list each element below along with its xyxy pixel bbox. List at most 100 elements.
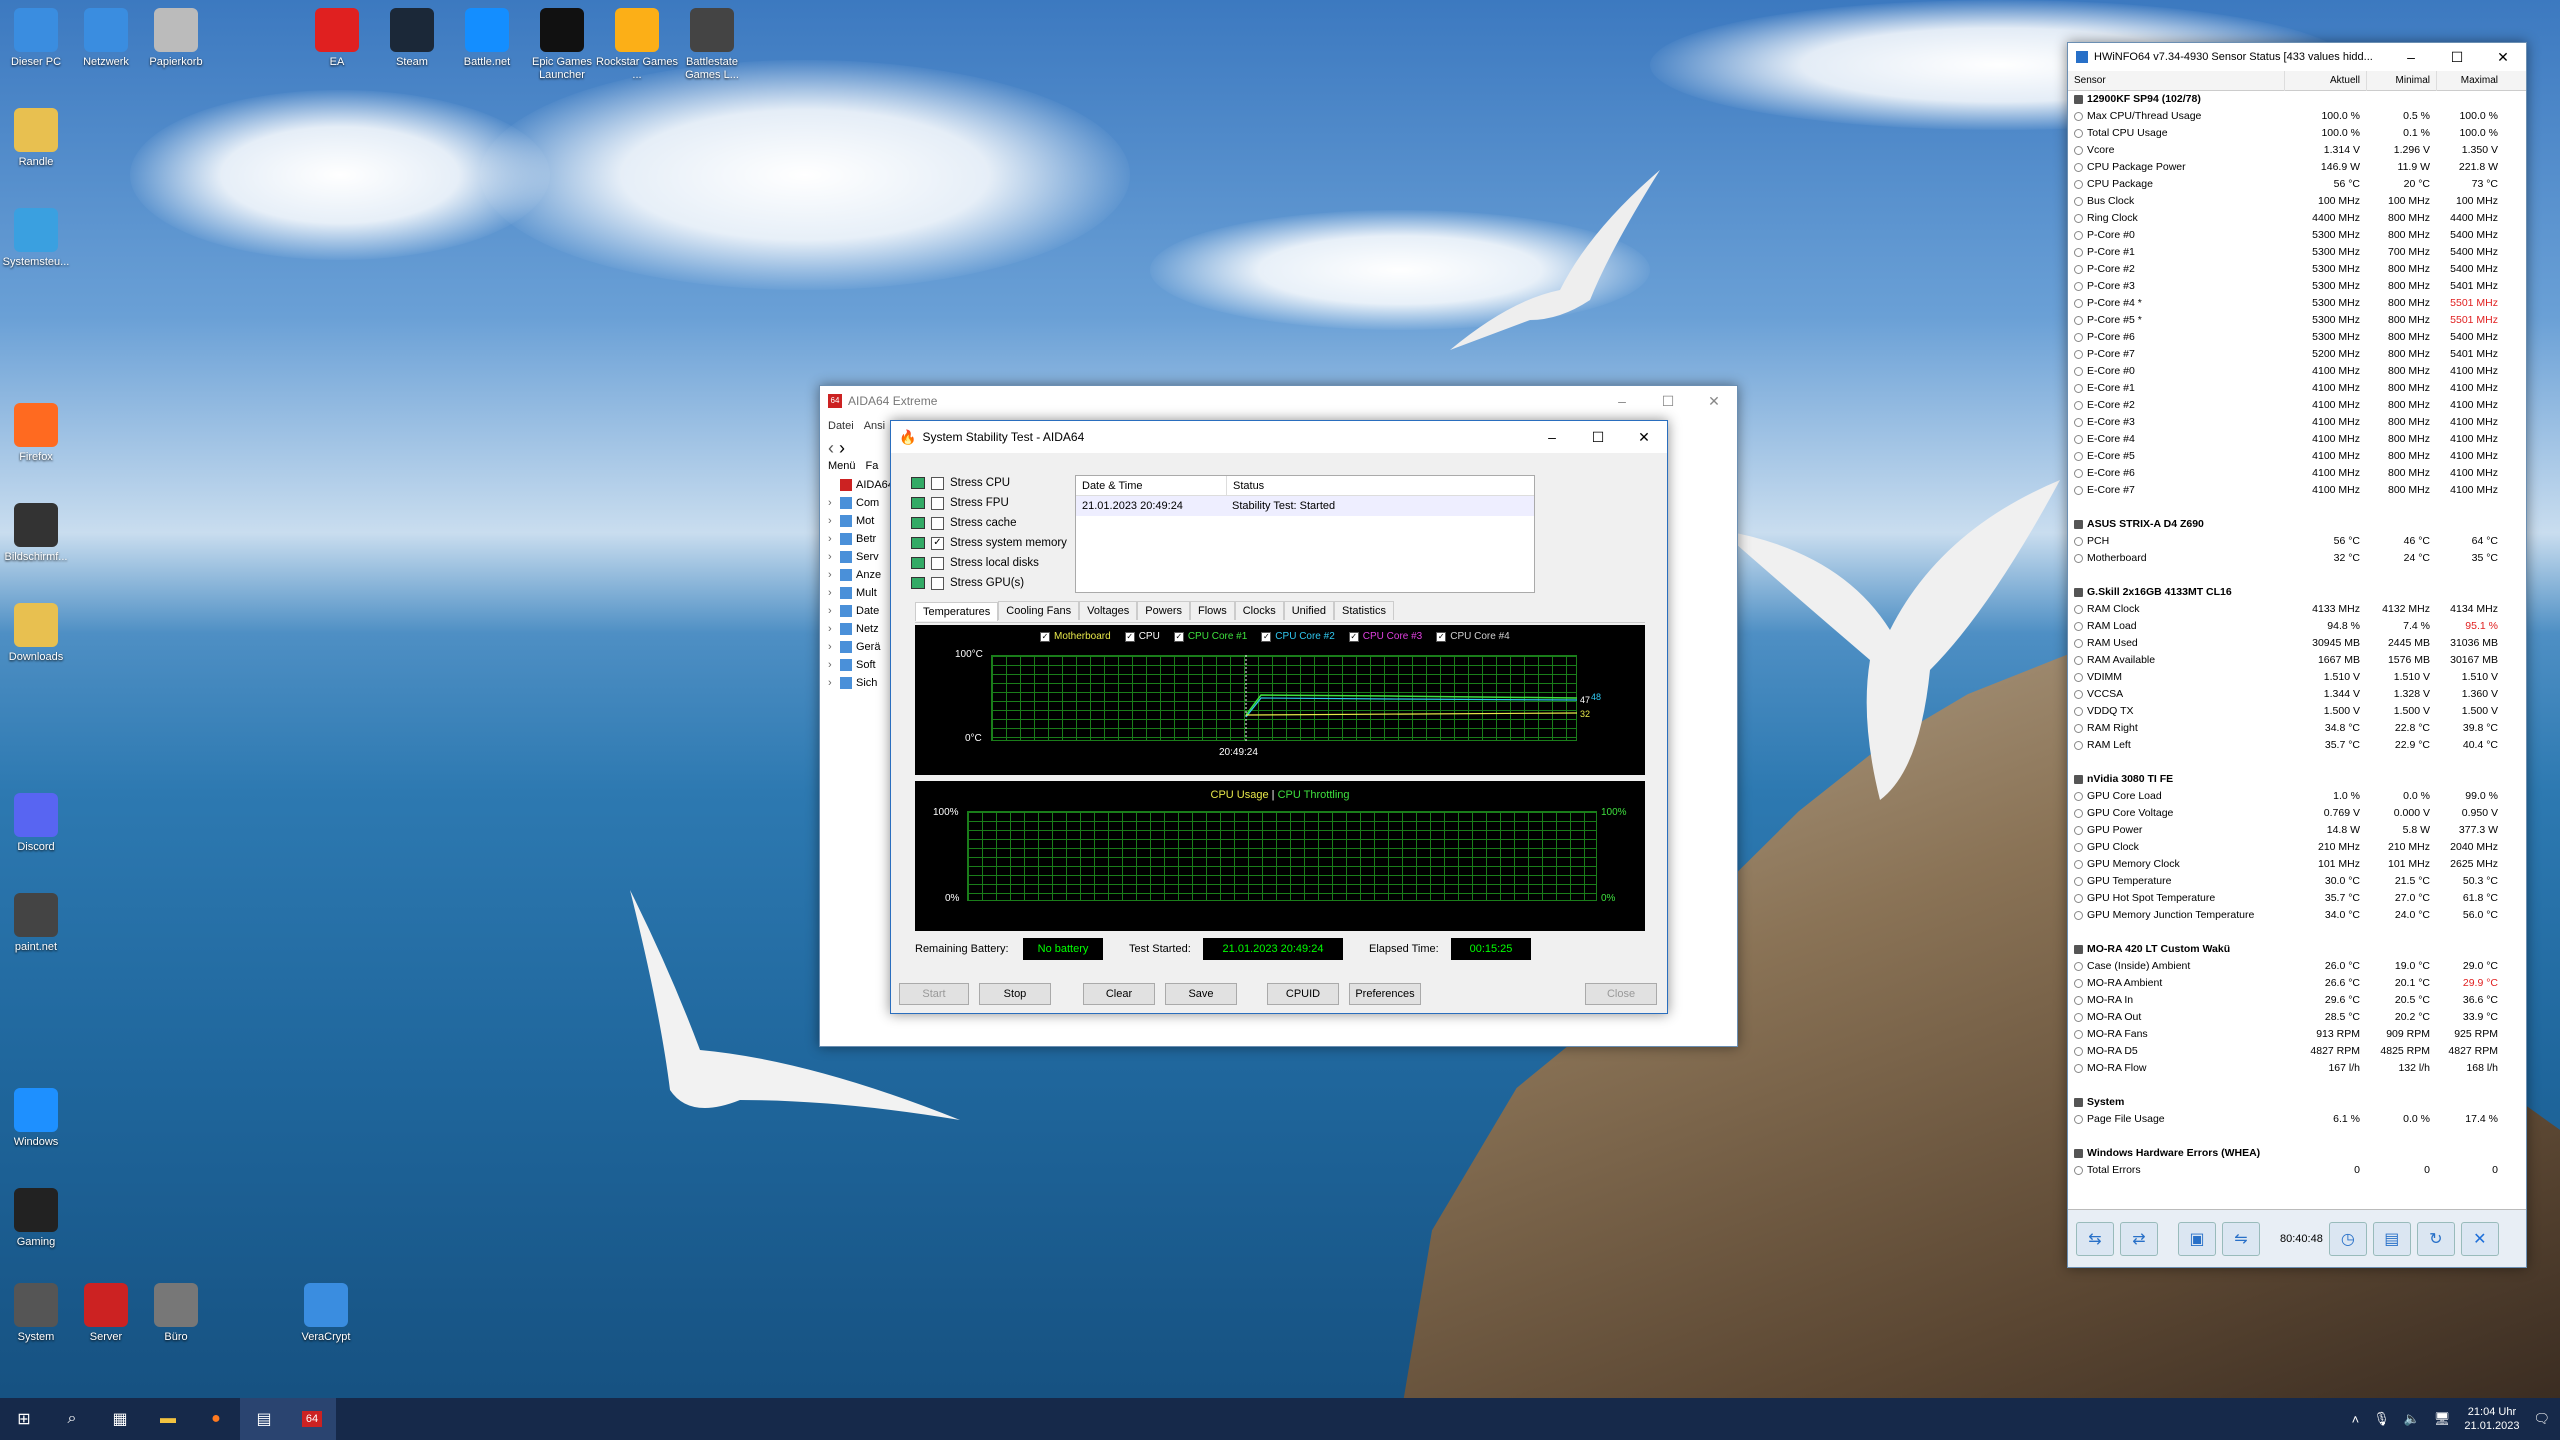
sensor-row[interactable]: P-Core #6 5300 MHz 800 MHz 5400 MHz	[2068, 329, 2526, 346]
legend-item[interactable]: ✓ CPU	[1124, 631, 1160, 642]
graph-tab[interactable]: Powers	[1137, 601, 1190, 620]
col-sensor[interactable]: Sensor	[2074, 71, 2284, 91]
tree-expand-icon[interactable]: ›	[828, 677, 836, 689]
sensor-row[interactable]: MO-RA Out 28.5 °C 20.2 °C 33.9 °C	[2068, 1009, 2526, 1026]
chevron-up-icon[interactable]: ˄	[2352, 1412, 2360, 1427]
checkbox[interactable]: ✓	[1348, 631, 1359, 642]
stress-option[interactable]: ✓ Stress system memory	[911, 533, 1071, 553]
desktop-icon[interactable]: Battlestate Games L...	[670, 8, 754, 82]
desktop-icon[interactable]: Randle	[0, 108, 78, 169]
cpuid-button[interactable]: CPUID	[1267, 983, 1339, 1005]
hwinfo-window[interactable]: HWiNFO64 v7.34-4930 Sensor Status [433 v…	[2067, 42, 2527, 1268]
menu-view[interactable]: Ansi	[864, 420, 885, 432]
task-manager-icon[interactable]: ▦	[96, 1398, 144, 1440]
sensor-row[interactable]: E-Core #1 4100 MHz 800 MHz 4100 MHz	[2068, 380, 2526, 397]
sensor-row[interactable]: Page File Usage 6.1 % 0.0 % 17.4 %	[2068, 1111, 2526, 1128]
stability-test-window[interactable]: 🔥 System Stability Test - AIDA64 – ☐ ✕ Str…	[890, 420, 1668, 1014]
clock-icon[interactable]: ◷	[2328, 1221, 2367, 1256]
sensor-row[interactable]: P-Core #0 5300 MHz 800 MHz 5400 MHz	[2068, 227, 2526, 244]
network-tray-icon[interactable]: 🖥	[2434, 1411, 2451, 1427]
sensor-row[interactable]: RAM Used 30945 MB 2445 MB 31036 MB	[2068, 635, 2526, 652]
desktop-icon[interactable]: Rockstar Games ...	[595, 8, 679, 82]
close-button[interactable]: ✕	[1621, 429, 1667, 446]
desktop-icon[interactable]: Battle.net	[445, 8, 529, 69]
tree-expand-icon[interactable]: ›	[828, 659, 836, 671]
sensor-row[interactable]: E-Core #2 4100 MHz 800 MHz 4100 MHz	[2068, 397, 2526, 414]
stress-option[interactable]: Stress cache	[911, 513, 1071, 533]
sensor-row[interactable]: GPU Core Load 1.0 % 0.0 % 99.0 %	[2068, 788, 2526, 805]
forward-arrow-icon[interactable]: ›	[839, 438, 845, 458]
desktop-icon[interactable]: Discord	[0, 793, 78, 854]
checkbox[interactable]: ✓	[931, 536, 944, 550]
col-datetime[interactable]: Date & Time	[1076, 476, 1226, 496]
desktop-icon[interactable]: EA	[295, 8, 379, 69]
stress-option[interactable]: Stress CPU	[911, 473, 1071, 493]
sensor-row[interactable]: P-Core #1 5300 MHz 700 MHz 5400 MHz	[2068, 244, 2526, 261]
sensor-row[interactable]: GPU Temperature 30.0 °C 21.5 °C 50.3 °C	[2068, 873, 2526, 890]
sensor-row[interactable]: Case (Inside) Ambient 26.0 °C 19.0 °C 29.0 …	[2068, 958, 2526, 975]
sensor-row[interactable]: Max CPU/Thread Usage 100.0 % 0.5 % 100.0 %	[2068, 108, 2526, 125]
desktop-icon[interactable]: Bildschirmf...	[0, 503, 78, 564]
sensor-row[interactable]: P-Core #4 * 5300 MHz 800 MHz 5501 MHz	[2068, 295, 2526, 312]
sensor-row[interactable]: CPU Package 56 °C 20 °C 73 °C	[2068, 176, 2526, 193]
sensor-row[interactable]: MO-RA Ambient 26.6 °C 20.1 °C 29.9 °C	[2068, 975, 2526, 992]
desktop-icon[interactable]: Büro	[134, 1283, 218, 1344]
tree-expand-icon[interactable]: ›	[828, 569, 836, 581]
sensor-row[interactable]: PCH 56 °C 46 °C 64 °C	[2068, 533, 2526, 550]
sensor-row[interactable]: Bus Clock 100 MHz 100 MHz 100 MHz	[2068, 193, 2526, 210]
desktop-icon[interactable]: Windows	[0, 1088, 78, 1149]
network-transfer-icon[interactable]: ⇋	[2222, 1221, 2260, 1256]
col-status[interactable]: Status	[1226, 476, 1534, 496]
sensor-row[interactable]: GPU Core Voltage 0.769 V 0.000 V 0.950 V	[2068, 805, 2526, 822]
checkbox[interactable]	[931, 556, 944, 570]
desktop-icon[interactable]: Downloads	[0, 603, 78, 664]
maximize-button[interactable]: ☐	[1645, 393, 1691, 410]
notification-icon[interactable]: 🗨	[2533, 1411, 2550, 1427]
speaker-icon[interactable]: 🔈	[2404, 1411, 2420, 1427]
sensor-row[interactable]: VCCSA 1.344 V 1.328 V 1.360 V	[2068, 686, 2526, 703]
sensor-row[interactable]: RAM Load 94.8 % 7.4 % 95.1 %	[2068, 618, 2526, 635]
minimize-button[interactable]: –	[2388, 49, 2434, 66]
graph-tab[interactable]: Voltages	[1079, 601, 1138, 620]
close-button[interactable]: ✕	[2480, 49, 2526, 66]
hwinfo-taskbar-icon[interactable]: ▤	[240, 1398, 288, 1440]
stress-option[interactable]: Stress FPU	[911, 493, 1071, 513]
tree-expand-icon[interactable]: ›	[828, 641, 836, 653]
sensor-row[interactable]: MO-RA Flow 167 l/h 132 l/h 168 l/h	[2068, 1060, 2526, 1077]
maximize-button[interactable]: ☐	[1575, 429, 1621, 446]
sensor-row[interactable]: E-Core #7 4100 MHz 800 MHz 4100 MHz	[2068, 482, 2526, 499]
sensor-row[interactable]: P-Core #2 5300 MHz 800 MHz 5400 MHz	[2068, 261, 2526, 278]
close-button[interactable]: ✕	[1691, 393, 1737, 410]
graph-tab[interactable]: Unified	[1283, 601, 1334, 620]
legend-item[interactable]: ✓ CPU Core #1	[1173, 631, 1247, 642]
sensor-row[interactable]: CPU Package Power 146.9 W 11.9 W 221.8 W	[2068, 159, 2526, 176]
graph-tab[interactable]: Cooling Fans	[998, 601, 1080, 620]
desktop-icon[interactable]: Steam	[370, 8, 454, 69]
start-windows-icon[interactable]: ⊞	[0, 1398, 48, 1440]
sensor-row[interactable]: RAM Left 35.7 °C 22.9 °C 40.4 °C	[2068, 737, 2526, 754]
col-min[interactable]: Minimal	[2366, 71, 2436, 91]
stop-button[interactable]: Stop	[979, 983, 1051, 1005]
file-explorer-icon[interactable]: ▬	[144, 1398, 192, 1440]
sensor-row[interactable]: MO-RA D5 4827 RPM 4825 RPM 4827 RPM	[2068, 1043, 2526, 1060]
log-row[interactable]: 21.01.2023 20:49:24 Stability Test: Star…	[1076, 496, 1534, 516]
tab-favorites[interactable]: Fa	[866, 460, 879, 472]
sensor-row[interactable]: GPU Clock 210 MHz 210 MHz 2040 MHz	[2068, 839, 2526, 856]
tree-expand-icon[interactable]: ›	[828, 587, 836, 599]
sensor-row[interactable]: Total Errors 0 0 0	[2068, 1162, 2526, 1179]
sensor-group[interactable]: ASUS STRIX-A D4 Z690	[2068, 516, 2526, 533]
stress-option[interactable]: Stress GPU(s)	[911, 573, 1071, 593]
tree-expand-icon[interactable]: ›	[828, 533, 836, 545]
tab-menu[interactable]: Menü	[828, 460, 856, 472]
sensor-row[interactable]: E-Core #3 4100 MHz 800 MHz 4100 MHz	[2068, 414, 2526, 431]
sensor-row[interactable]: RAM Clock 4133 MHz 4132 MHz 4134 MHz	[2068, 601, 2526, 618]
tree-expand-icon[interactable]: ›	[828, 605, 836, 617]
stress-option[interactable]: Stress local disks	[911, 553, 1071, 573]
minimize-button[interactable]: –	[1599, 393, 1645, 410]
desktop-icon[interactable]: Gaming	[0, 1188, 78, 1249]
log-table[interactable]: Date & Time Status 21.01.2023 20:49:24 S…	[1075, 475, 1535, 593]
back-arrow-icon[interactable]: ‹	[828, 438, 834, 458]
desktop-icon[interactable]: Firefox	[0, 403, 78, 464]
sensor-group[interactable]: nVidia 3080 TI FE	[2068, 771, 2526, 788]
sensor-row[interactable]: E-Core #0 4100 MHz 800 MHz 4100 MHz	[2068, 363, 2526, 380]
